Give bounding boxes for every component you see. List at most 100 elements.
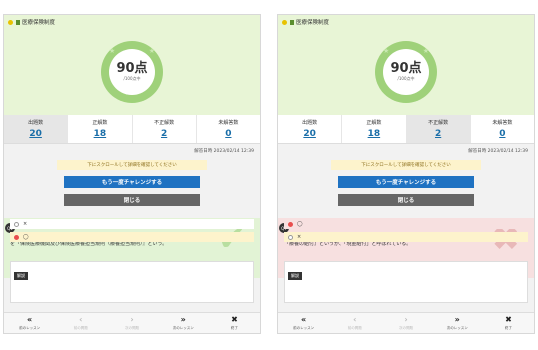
radio-icon[interactable] (14, 234, 19, 240)
course-title: 医療保険制度 (22, 20, 56, 26)
exit-button[interactable]: ✖ 終了 (483, 313, 534, 333)
nav-label: 終了 (230, 325, 238, 330)
score-area: ★ ★ 90点/100点中 (4, 29, 260, 115)
stat-value-link[interactable]: 20 (303, 129, 316, 139)
answer-option[interactable]: × (10, 219, 254, 229)
header-bar: 医療保険制度 (278, 15, 534, 29)
prev-lesson-button[interactable]: «前のレッスン (278, 313, 329, 333)
scroll-notice: 下にスクロールして詳細を確認してください (331, 160, 481, 170)
prev-question-button[interactable]: ‹ 前の問題 (329, 313, 380, 333)
stat-cell: 不正解数 2 (133, 115, 197, 143)
nav-label: 前の問題 (73, 325, 88, 330)
stat-value-link[interactable]: 2 (161, 129, 167, 139)
score-ring: ★ ★ 90点/100点中 (101, 41, 163, 103)
close-button[interactable]: 閉じる (64, 194, 200, 206)
answer-options: × ◯ (10, 219, 254, 245)
next-question-button[interactable]: › 次の問題 (380, 313, 431, 333)
score-value: 90点 (116, 61, 148, 76)
prev-lesson-icon: « (301, 314, 307, 324)
exit-icon: ✖ (505, 314, 512, 324)
prev-lesson-icon: « (27, 314, 33, 324)
stat-cell: 正解数 18 (68, 115, 133, 143)
stat-label: 正解数 (92, 120, 108, 126)
stat-value-link[interactable]: 2 (435, 129, 441, 139)
answer-date: 解答日時 2023/02/14 12:39 (194, 149, 254, 154)
stat-value-link[interactable]: 18 (368, 129, 381, 139)
nav-label: 前のレッスン (293, 325, 315, 330)
next-question-icon: › (404, 314, 408, 324)
stat-label: 不正解数 (428, 120, 449, 126)
stats-row: 出題数 20 正解数 18 不正解数 2 未解答数 0 (4, 115, 260, 144)
radio-icon[interactable] (288, 234, 293, 240)
stat-cell: 未解答数 0 (471, 115, 534, 143)
next-question-button[interactable]: › 次の問題 (106, 313, 157, 333)
answer-date: 解答日時 2023/02/14 12:39 (468, 149, 528, 154)
stat-value-link[interactable]: 20 (29, 129, 42, 139)
bottom-nav: «前のレッスン ‹ 前の問題 › 次の問題» 次のレッスン ✖ 終了 (4, 312, 260, 333)
stat-cell: 出題数 20 (4, 115, 69, 143)
stat-label: 未解答数 (492, 120, 513, 126)
exit-button[interactable]: ✖ 終了 (209, 313, 260, 333)
nav-label: 次のレッスン (446, 325, 468, 330)
next-question-icon: › (130, 314, 134, 324)
score-value: 90点 (390, 61, 422, 76)
stat-value-link[interactable]: 18 (94, 129, 107, 139)
nav-label: 次のレッスン (172, 325, 194, 330)
option-label: ◯ (23, 234, 29, 240)
option-label: ◯ (297, 221, 303, 227)
next-lesson-icon: » (180, 314, 186, 324)
score-area: ★ ★ 90点/100点中 (278, 29, 534, 115)
option-label: × (23, 221, 28, 227)
star-icon: ★ (109, 47, 116, 55)
stat-cell: 未解答数 0 (197, 115, 260, 143)
star-icon: ★ (383, 47, 390, 55)
result-panel-left: 医療保険制度 ★ ★ 90点/100点中 出題数 20 正解数 18 不正解数 2 未解答数 0 解答日… (3, 14, 261, 334)
nav-label: 前のレッスン (19, 325, 41, 330)
prev-lesson-button[interactable]: «前のレッスン (4, 313, 55, 333)
star-icon: ★ (422, 47, 429, 55)
next-lesson-button[interactable]: » 次のレッスン (158, 313, 209, 333)
scroll-notice: 下にスクロールして詳細を確認してください (57, 160, 207, 170)
explanation-box: 解説 (284, 261, 528, 303)
nav-label: 終了 (504, 325, 512, 330)
result-panel-right: 医療保険制度 ★ ★ 90点/100点中 出題数 20 正解数 18 不正解数 2 未解答数 0 解答日… (277, 14, 535, 334)
exit-icon: ✖ (231, 314, 238, 324)
radio-icon[interactable] (288, 221, 293, 227)
next-lesson-button[interactable]: » 次のレッスン (432, 313, 483, 333)
score-full: /100点中 (123, 76, 141, 81)
explanation-box: 解説 (10, 261, 254, 303)
bottom-nav: «前のレッスン ‹ 前の問題 › 次の問題» 次のレッスン ✖ 終了 (278, 312, 534, 333)
next-lesson-icon: » (454, 314, 460, 324)
explanation-tag: 解説 (14, 272, 28, 280)
prev-question-button[interactable]: ‹ 前の問題 (55, 313, 106, 333)
answer-option[interactable]: ◯ (284, 219, 528, 229)
stat-value-link[interactable]: 0 (225, 129, 231, 139)
stat-cell: 正解数 18 (342, 115, 407, 143)
stat-label: 不正解数 (154, 120, 175, 126)
score-full: /100点中 (397, 76, 415, 81)
book-icon (290, 19, 294, 25)
nav-label: 次の問題 (125, 325, 139, 330)
stat-label: 未解答数 (218, 120, 239, 126)
nav-label: 前の問題 (347, 325, 362, 330)
course-title: 医療保険制度 (296, 20, 330, 26)
book-icon (16, 19, 20, 25)
stat-value-link[interactable]: 0 (499, 129, 505, 139)
prev-question-icon: ‹ (353, 314, 357, 324)
option-label: × (297, 234, 302, 240)
answer-option[interactable]: ◯ (10, 232, 254, 242)
stat-cell: 不正解数 2 (406, 115, 471, 143)
answer-options: ◯ × (284, 219, 528, 245)
stat-label: 出題数 (302, 120, 318, 126)
stats-row: 出題数 20 正解数 18 不正解数 2 未解答数 0 (278, 115, 534, 144)
stat-label: 出題数 (28, 120, 44, 126)
star-icon: ★ (148, 47, 155, 55)
retry-button[interactable]: もう一度チャレンジする (338, 176, 474, 188)
retry-button[interactable]: もう一度チャレンジする (64, 176, 200, 188)
close-button[interactable]: 閉じる (338, 194, 474, 206)
nav-label: 次の問題 (399, 325, 413, 330)
score-ring: ★ ★ 90点/100点中 (375, 41, 437, 103)
prev-question-icon: ‹ (79, 314, 83, 324)
radio-icon[interactable] (14, 221, 19, 227)
answer-option[interactable]: × (284, 232, 528, 242)
